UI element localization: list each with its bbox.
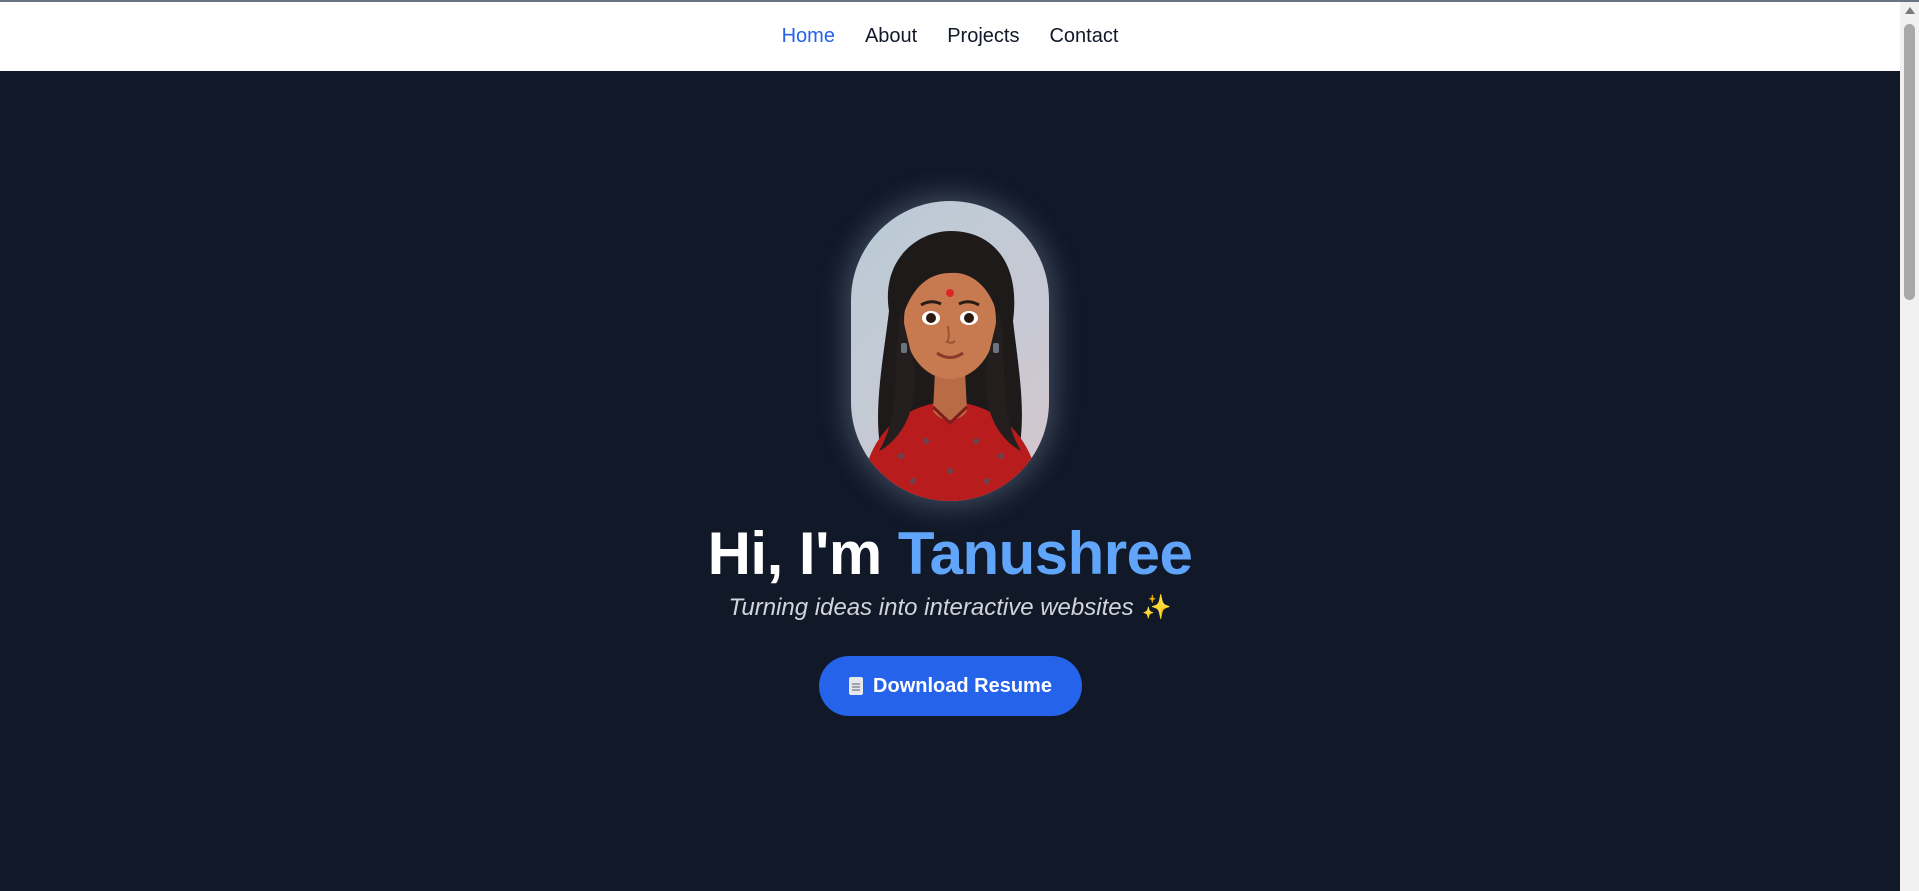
hero-tagline: Turning ideas into interactive websites ✨ bbox=[0, 593, 1900, 622]
download-resume-label: Download Resume bbox=[873, 674, 1052, 697]
document-icon bbox=[849, 677, 864, 695]
download-resume-button[interactable]: Download Resume bbox=[819, 656, 1082, 716]
scrollbar-thumb[interactable] bbox=[1904, 24, 1915, 300]
avatar-illustration bbox=[861, 231, 1041, 501]
sparkles-icon: ✨ bbox=[1141, 594, 1172, 621]
scroll-up-arrow-icon[interactable] bbox=[1905, 7, 1915, 14]
tagline-text: Turning ideas into interactive websites bbox=[728, 594, 1134, 621]
avatar bbox=[851, 201, 1049, 501]
nav-link-contact[interactable]: Contact bbox=[1049, 25, 1118, 48]
vertical-scrollbar[interactable] bbox=[1900, 2, 1919, 891]
nav-link-home[interactable]: Home bbox=[782, 25, 835, 48]
hero-heading: Hi, I'm Tanushree bbox=[0, 519, 1900, 588]
top-navbar: Home About Projects Contact bbox=[0, 2, 1900, 71]
nav-link-about[interactable]: About bbox=[865, 25, 917, 48]
greeting-text: Hi, I'm bbox=[707, 520, 883, 587]
hero-name: Tanushree bbox=[897, 520, 1193, 587]
hero-section: Hi, I'm Tanushree Turning ideas into int… bbox=[0, 71, 1900, 891]
nav-link-projects[interactable]: Projects bbox=[947, 25, 1019, 48]
